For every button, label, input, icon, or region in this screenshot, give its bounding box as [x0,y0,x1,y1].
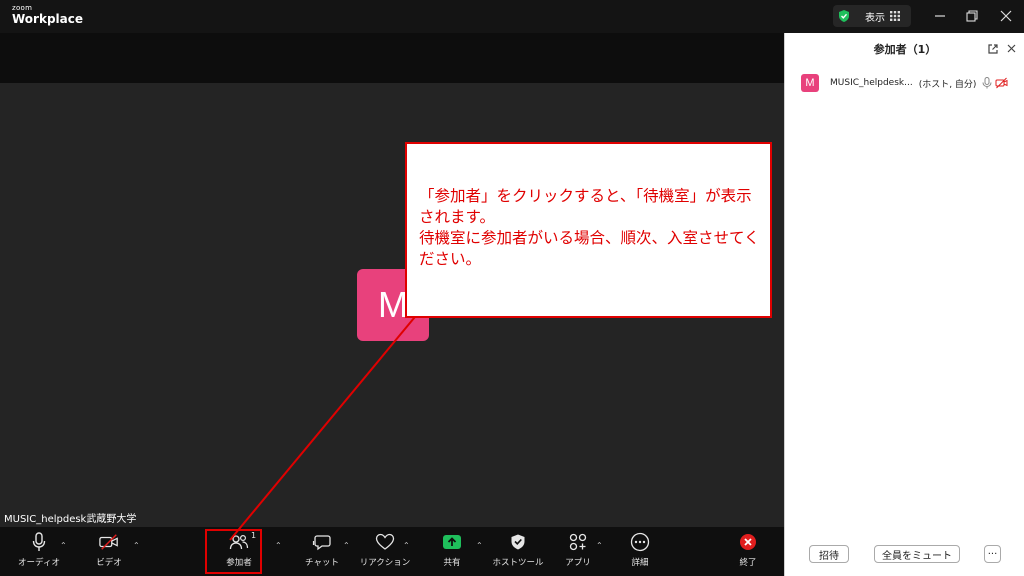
microphone-icon [32,532,46,551]
share-label: 共有 [443,558,461,568]
popout-icon[interactable] [987,43,999,55]
apps-icon [569,533,587,551]
close-icon[interactable] [996,6,1016,26]
mute-all-button[interactable]: 全員をミュート [874,545,960,563]
chat-icon [312,535,331,551]
participants-options-caret[interactable]: ⌃ [275,541,282,550]
audio-button[interactable]: オーディオ [11,531,67,568]
top-band [0,33,784,83]
host-tools-label: ホストツール [492,558,544,568]
audio-options-caret[interactable]: ⌃ [60,541,67,550]
view-button[interactable]: 表示 [833,5,911,27]
share-screen-icon [443,535,461,549]
grid-icon [890,11,900,21]
zoom-window: zoom Workplace 表示 M MUSIC_helpdesk武蔵野大学 … [0,0,1024,576]
zoom-workplace-logo: zoom Workplace [12,4,84,26]
chat-button[interactable]: チャット [294,531,350,568]
video-label: ビデオ [96,558,122,568]
apps-options-caret[interactable]: ⌃ [596,541,603,550]
annotation-text: 「参加者」をクリックすると、「待機室」が表示されます。 待機室に参加者がいる場合… [419,187,760,268]
annotation-callout: 「参加者」をクリックすると、「待機室」が表示されます。 待機室に参加者がいる場合… [405,142,772,318]
shield-check-icon [839,10,849,22]
shield-icon [511,534,525,550]
heart-icon [375,533,395,550]
more-label: 詳細 [631,558,649,568]
chat-options-caret[interactable]: ⌃ [343,541,350,550]
view-label: 表示 [865,12,885,24]
chat-label: チャット [305,558,339,568]
apps-label: アプリ [565,558,591,568]
self-name-label: MUSIC_helpdesk武蔵野大学 [4,514,137,525]
participant-video-off-icon[interactable] [995,77,1008,89]
participants-panel: 参加者（1） M MUSIC_helpdesk... (ホスト, 自分) 招待 … [784,33,1024,576]
participant-mic-icon[interactable] [982,77,992,89]
end-meeting-button[interactable]: 終了 [720,531,776,568]
participant-role-tag: (ホスト, 自分) [918,79,977,90]
end-icon [740,534,756,550]
end-label: 終了 [739,558,757,568]
participant-row-avatar: M [801,74,819,92]
video-button[interactable]: ビデオ [81,531,137,568]
meeting-toolbar: オーディオ ⌃ ビデオ ⌃ 1 参加者 ⌃ チャット ⌃ リアクション ⌃ 共有… [0,527,784,576]
more-icon [630,532,650,552]
restore-icon[interactable] [962,6,982,26]
invite-button[interactable]: 招待 [809,545,849,563]
participant-row[interactable]: M MUSIC_helpdesk... (ホスト, 自分) [801,73,1021,93]
logo-big-text: Workplace [12,12,84,26]
participants-highlight-box [205,529,262,574]
share-button[interactable]: 共有 [424,531,480,568]
share-options-caret[interactable]: ⌃ [476,541,483,550]
reactions-label: リアクション [359,558,411,568]
host-tools-button[interactable]: ホストツール [490,531,546,568]
panel-more-button[interactable]: ··· [984,545,1001,563]
participant-name: MUSIC_helpdesk... [830,78,913,88]
title-bar: zoom Workplace 表示 [0,0,1024,33]
minimize-icon[interactable] [930,6,950,26]
video-options-caret[interactable]: ⌃ [133,541,140,550]
panel-close-icon[interactable] [1006,43,1017,54]
logo-small-text: zoom [12,4,33,12]
more-button[interactable]: 詳細 [612,531,668,568]
reactions-options-caret[interactable]: ⌃ [403,541,410,550]
video-off-icon [99,534,118,550]
audio-label: オーディオ [18,558,60,568]
